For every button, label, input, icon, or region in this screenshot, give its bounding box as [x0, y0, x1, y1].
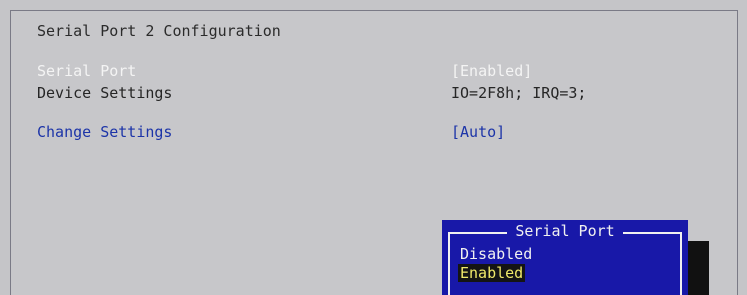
change-settings-label[interactable]: Change Settings — [37, 123, 172, 141]
popup-title-text: Serial Port — [507, 222, 623, 240]
serial-port-value[interactable]: [Enabled] — [451, 62, 532, 80]
device-settings-value: IO=2F8h; IRQ=3; — [451, 84, 587, 102]
bios-screen: Serial Port 2 Configuration Serial Port … — [0, 0, 747, 295]
option-enabled[interactable]: Enabled — [458, 264, 526, 282]
device-settings-label: Device Settings — [37, 84, 173, 102]
serial-port-label[interactable]: Serial Port — [37, 62, 136, 80]
page-title: Serial Port 2 Configuration — [37, 22, 281, 40]
option-disabled[interactable]: Disabled — [460, 245, 532, 263]
change-settings-value[interactable]: [Auto] — [451, 123, 505, 141]
serial-port-popup: Serial Port Disabled Enabled — [442, 220, 688, 295]
popup-title: Serial Port — [442, 222, 688, 240]
